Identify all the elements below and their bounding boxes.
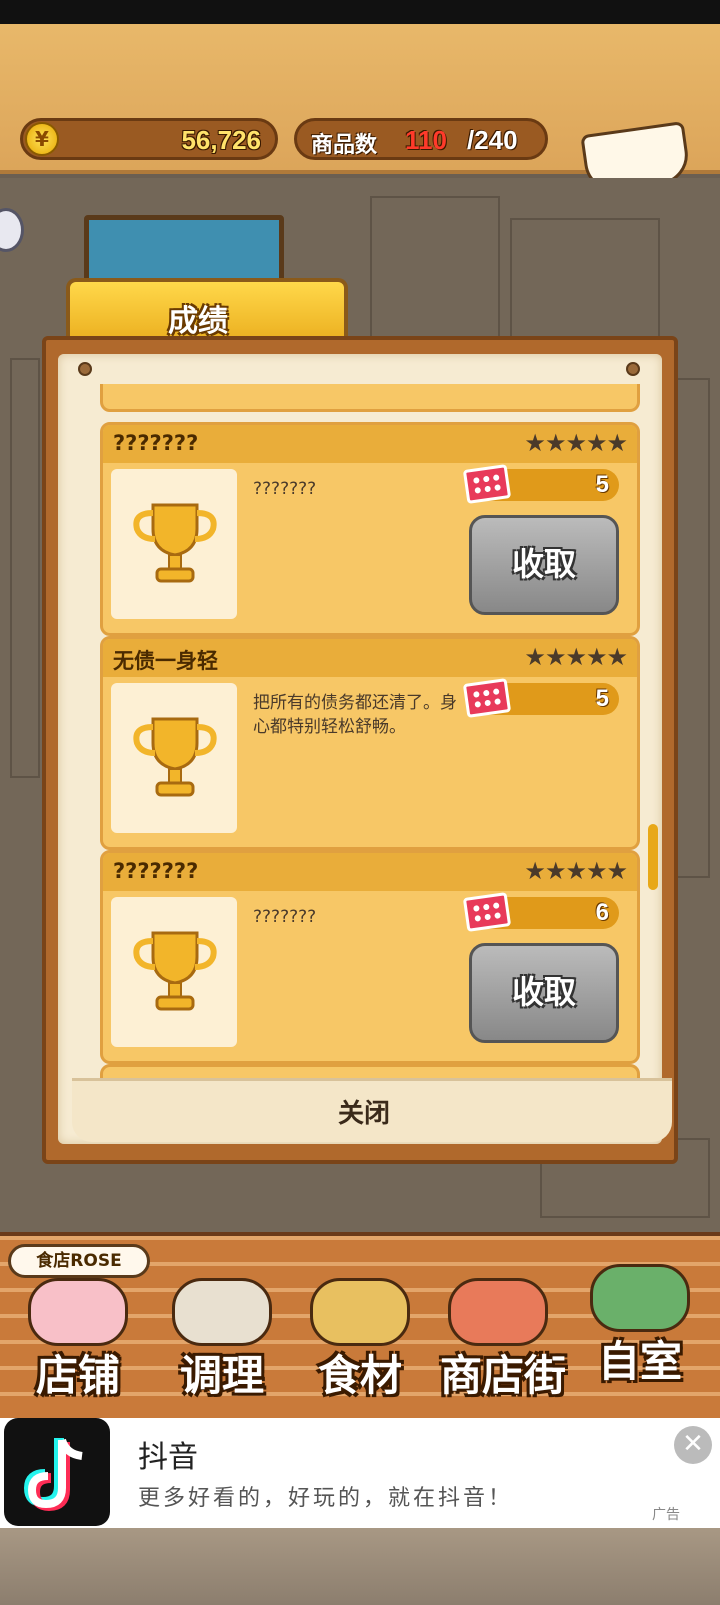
star-rating: ★★★★★	[524, 429, 628, 457]
reward-badge: 5	[462, 464, 619, 504]
achievement-list[interactable]: ??????? ★★★★★ ??????? 5 收取 无债一身轻 ★★★★★ 把…	[100, 384, 640, 1084]
achievement-card: 无债一身轻 ★★★★★ 把所有的债务都还清了。身心都特别轻松舒畅。 5	[100, 636, 640, 850]
achievement-title: ???????	[113, 859, 199, 883]
goods-label: 商品数	[311, 133, 378, 158]
shop-thumbnail[interactable]	[84, 215, 284, 285]
star-rating: ★★★★★	[524, 857, 628, 885]
achievements-panel: ??????? ★★★★★ ??????? 5 收取 无债一身轻 ★★★★★ 把…	[42, 336, 678, 1164]
reward-badge: 5	[462, 678, 619, 718]
nav-label: 食材	[317, 1351, 402, 1400]
ad-title: 抖音	[138, 1440, 198, 1475]
ad-banner[interactable]: 抖音 更多好看的，好玩的，就在抖音！ ✕ 广告	[0, 1418, 720, 1528]
close-icon[interactable]: ✕	[674, 1426, 712, 1464]
reward-amount: 5	[595, 471, 609, 498]
staff-only-sign-icon	[590, 1264, 690, 1332]
tab-label: 成绩	[168, 304, 228, 339]
achievement-card: ??????? ★★★★★ ???????	[100, 850, 640, 1064]
achievement-title: 无债一身轻	[113, 649, 218, 673]
flour-bag-icon	[310, 1278, 410, 1346]
reward-amount: 6	[595, 899, 609, 926]
pin-icon	[626, 362, 640, 376]
claim-button[interactable]: 收取	[469, 943, 619, 1043]
reward-badge: 6	[462, 892, 619, 932]
nav-label: 店铺	[35, 1351, 120, 1400]
trophy-icon	[133, 931, 217, 1011]
pin-icon	[78, 362, 92, 376]
shop-name-tag: 食店ROSE	[8, 1244, 150, 1278]
nav-cooking[interactable]: 调理	[152, 1278, 292, 1400]
goods-max: /240	[467, 125, 518, 155]
nav-label: 商店街	[439, 1351, 566, 1400]
coin-counter: ¥ 56,726	[20, 118, 278, 160]
achievement-description: ???????	[253, 479, 317, 499]
status-bar	[0, 0, 720, 24]
achievement-card-partial	[100, 384, 640, 412]
achievement-description: ???????	[253, 907, 317, 927]
bottom-background	[0, 1528, 720, 1605]
reward-amount: 5	[595, 685, 609, 712]
storefront-icon	[448, 1278, 548, 1346]
star-rating: ★★★★★	[524, 643, 628, 671]
nav-my-room[interactable]: 自室	[570, 1264, 710, 1398]
achievement-description: 把所有的债务都还清了。身心都特别轻松舒畅。	[253, 693, 457, 737]
achievement-title: ???????	[113, 431, 199, 455]
ticket-icon	[462, 892, 512, 932]
coin-icon: ¥	[25, 122, 59, 156]
mixing-bowl-icon	[172, 1278, 272, 1346]
ticket-icon	[462, 678, 512, 718]
ticket-icon	[462, 464, 512, 504]
scrollbar[interactable]	[648, 824, 658, 890]
nav-shopping-street[interactable]: 商店街	[428, 1278, 578, 1400]
trophy-icon	[133, 717, 217, 797]
close-button[interactable]: 关闭	[72, 1078, 672, 1142]
trophy-icon	[133, 503, 217, 583]
achievement-card: ??????? ★★★★★ ???????	[100, 422, 640, 636]
ad-label: 广告	[652, 1507, 680, 1523]
goods-counter: 商品数 110 /240	[294, 118, 548, 160]
claim-button[interactable]: 收取	[469, 515, 619, 615]
nav-shop[interactable]: 店铺	[8, 1278, 148, 1400]
tiktok-logo-icon	[4, 1418, 110, 1526]
close-label: 关闭	[338, 1099, 391, 1129]
ad-subtitle: 更多好看的，好玩的，就在抖音！	[138, 1486, 514, 1511]
goods-count: 110	[405, 125, 447, 155]
coin-value: 56,726	[181, 125, 261, 155]
nav-label: 调理	[179, 1351, 264, 1400]
nav-label: 自室	[597, 1337, 682, 1386]
paper-sheet: ??????? ★★★★★ ??????? 5 收取 无债一身轻 ★★★★★ 把…	[58, 354, 672, 1144]
nav-ingredients[interactable]: 食材	[290, 1278, 430, 1400]
cake-icon	[28, 1278, 128, 1346]
